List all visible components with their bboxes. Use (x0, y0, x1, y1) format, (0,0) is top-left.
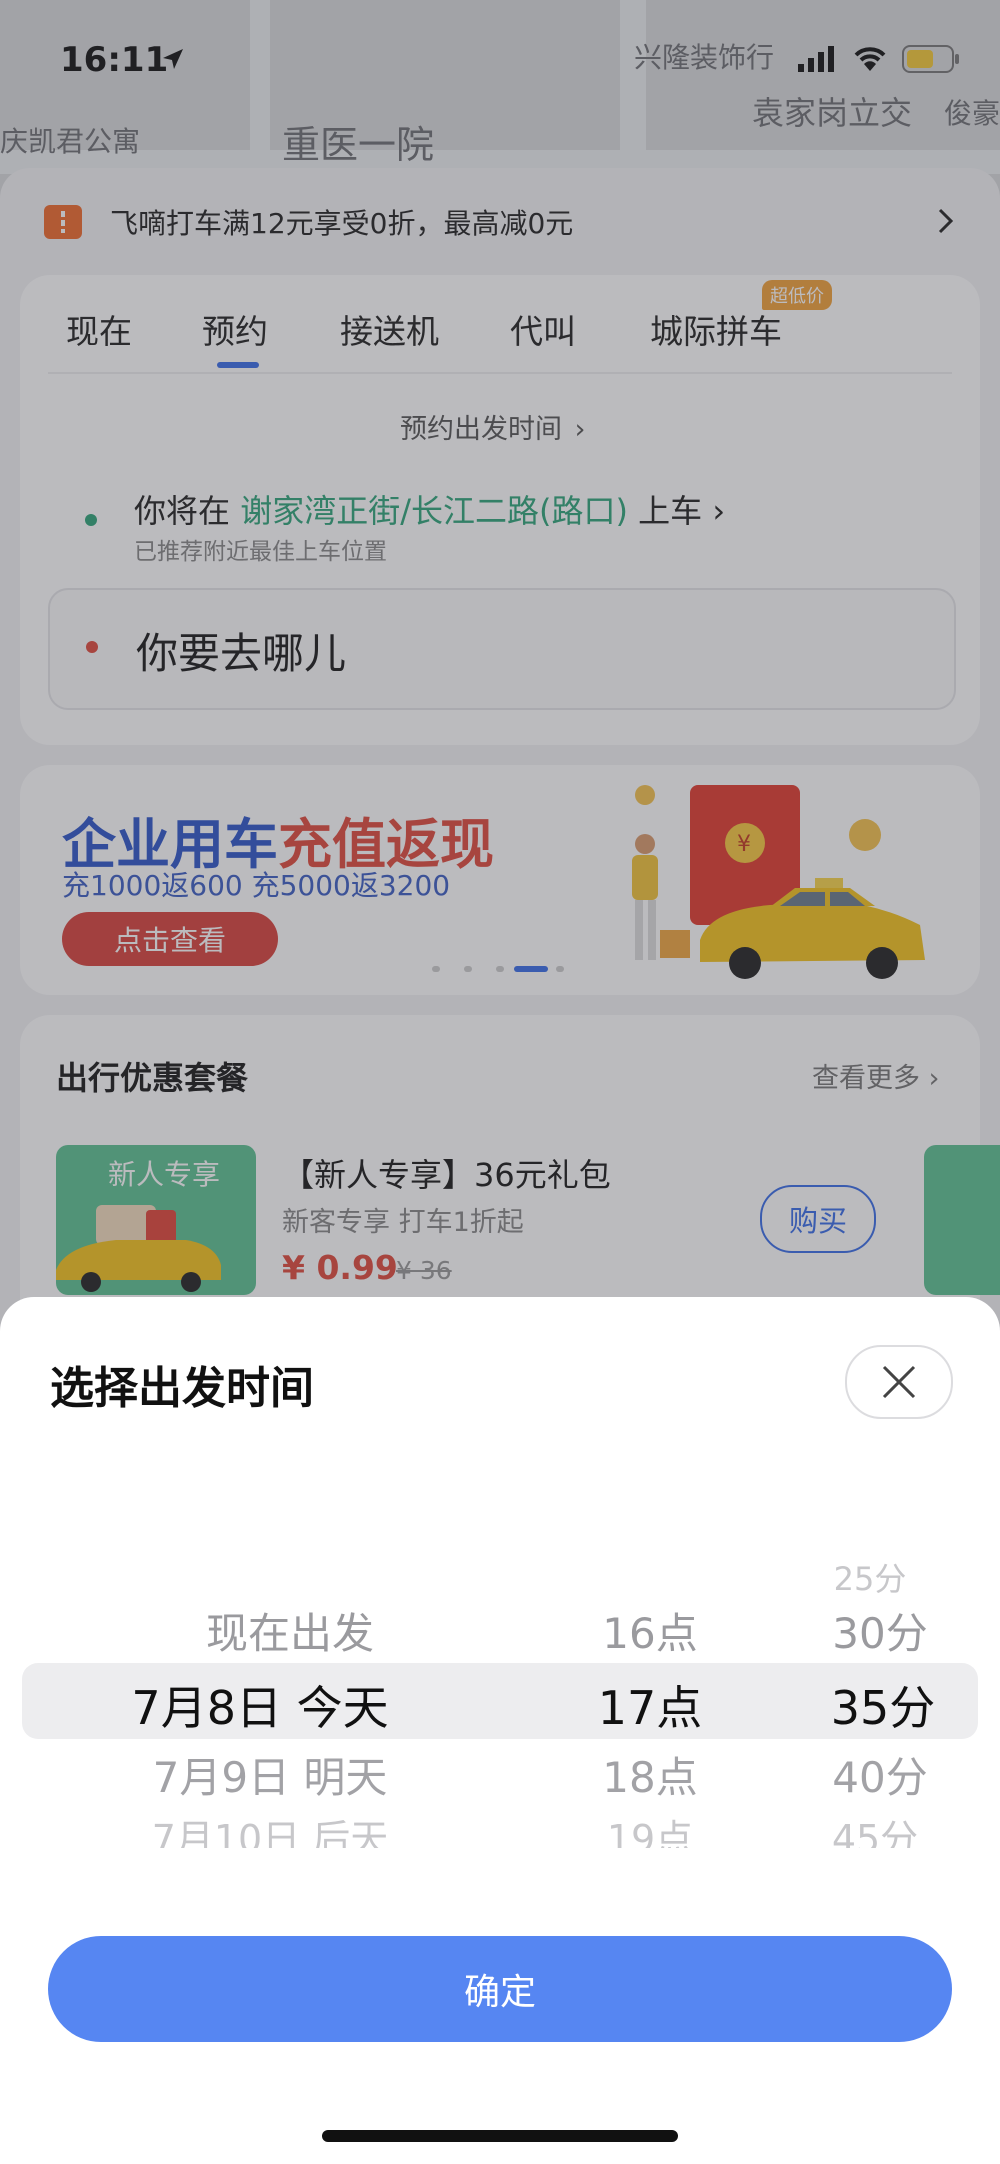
close-button[interactable] (845, 1345, 953, 1419)
picker-minute-selected[interactable]: 35分 (803, 1672, 963, 1738)
picker-date-selected[interactable]: 7月8日 今天 (30, 1672, 490, 1738)
picker-hour-option[interactable]: 16点 (570, 1600, 730, 1661)
modal-title: 选择出发时间 (50, 1363, 314, 1414)
picker-minute-option[interactable]: 30分 (800, 1600, 960, 1661)
picker-hour-option[interactable]: 18点 (570, 1744, 730, 1805)
home-indicator (322, 2130, 678, 2142)
confirm-button[interactable]: 确定 (48, 1936, 952, 2042)
picker-hour-selected[interactable]: 17点 (570, 1672, 730, 1738)
picker-date-option[interactable]: 7月10日 后天 (40, 1808, 500, 1848)
picker-minute-option[interactable]: 45分 (795, 1808, 955, 1848)
picker-date-option[interactable]: 7月9日 明天 (40, 1744, 500, 1805)
close-icon (882, 1365, 916, 1399)
picker-minute-option[interactable]: 25分 (790, 1554, 950, 1600)
picker-minute-option[interactable]: 40分 (800, 1744, 960, 1805)
picker-hour-option[interactable]: 19点 (570, 1808, 730, 1848)
picker-date-option[interactable]: 现在出发 (60, 1600, 520, 1661)
